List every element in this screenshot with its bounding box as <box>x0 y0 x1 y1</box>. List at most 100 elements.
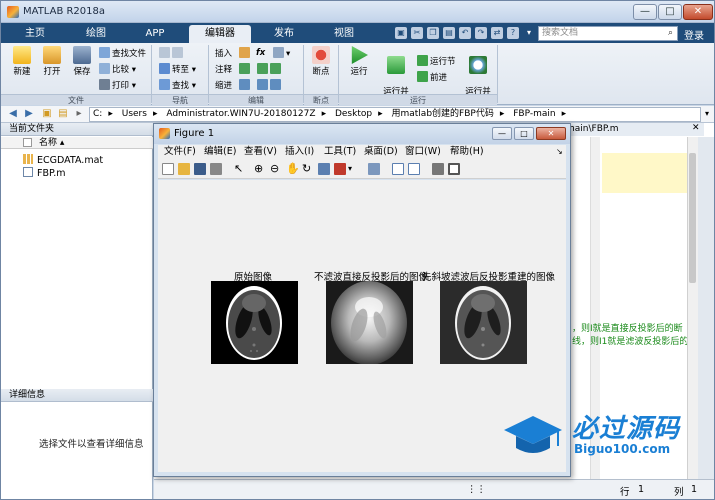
help-icon[interactable]: ? <box>507 27 519 39</box>
menu-tools[interactable]: 工具(T) <box>324 145 356 159</box>
redo-icon[interactable]: ↷ <box>475 27 487 39</box>
figure-close-button[interactable]: ✕ <box>536 127 566 140</box>
menu-view[interactable]: 查看(V) <box>244 145 277 159</box>
back-icon[interactable]: ◀ <box>7 108 19 120</box>
show-plot-tools-icon[interactable] <box>448 163 460 175</box>
tab-publish[interactable]: 发布 <box>255 25 313 43</box>
back-forward-buttons[interactable] <box>159 47 185 59</box>
undo-icon[interactable]: ↶ <box>459 27 471 39</box>
copy-icon[interactable]: ❐ <box>427 27 439 39</box>
name-column-header[interactable]: 名称 ▴ <box>1 137 153 149</box>
open-button[interactable]: 打开 <box>37 46 67 77</box>
path-segment[interactable]: Users <box>119 109 150 119</box>
pan-icon[interactable]: ✋ <box>286 163 300 175</box>
path-segment[interactable]: 用matlab创建的FBP代码 <box>389 109 497 119</box>
search-input[interactable]: 搜索文档 ⌕ <box>538 26 678 41</box>
up-folder-icon[interactable]: ▣ <box>41 108 53 120</box>
run-section-button[interactable]: 运行节 <box>417 55 456 67</box>
search-icon[interactable]: ⌕ <box>668 27 673 40</box>
find-files-button[interactable]: 查找文件 <box>99 47 146 59</box>
advance-button[interactable]: 前进 <box>417 71 447 83</box>
cut-icon[interactable]: ✂ <box>411 27 423 39</box>
figure-maximize-button[interactable]: □ <box>514 127 534 140</box>
select-all-checkbox[interactable] <box>23 138 32 147</box>
save-icon[interactable]: ▣ <box>395 27 407 39</box>
insert-icon <box>238 47 250 58</box>
zoom-out-icon[interactable]: ⊖ <box>270 163 282 175</box>
forward-icon[interactable]: ▶ <box>23 108 35 120</box>
zoom-in-icon[interactable]: ⊕ <box>254 163 266 175</box>
run-advance-icon <box>387 56 405 74</box>
list-item[interactable]: ECGDATA.mat <box>23 154 103 166</box>
menu-desktop[interactable]: 桌面(D) <box>364 145 398 159</box>
indent-icon <box>238 79 250 90</box>
goto-button[interactable]: 转至 ▾ <box>159 63 196 75</box>
insert-section-button[interactable]: ▾ <box>273 47 290 59</box>
insert-button[interactable]: 插入 <box>215 47 252 59</box>
tab-apps[interactable]: APP <box>127 25 183 43</box>
minimize-button[interactable]: — <box>633 4 657 20</box>
rotate-icon[interactable]: ↻ <box>302 163 314 175</box>
save-button[interactable]: 保存 <box>67 46 97 77</box>
edit-section-label: 编辑 <box>209 94 303 105</box>
new-figure-icon[interactable] <box>162 163 174 175</box>
new-button[interactable]: 新建 <box>7 46 37 77</box>
path-segment[interactable]: C: <box>90 109 105 119</box>
data-cursor-icon[interactable] <box>318 163 330 175</box>
login-link[interactable]: 登录 <box>684 27 704 42</box>
window-title: MATLAB R2018a <box>23 6 106 17</box>
indent-more-button[interactable] <box>257 79 283 91</box>
breakpoints-button[interactable]: 断点 <box>307 46 335 77</box>
chevron-down-icon[interactable]: ▾ <box>523 27 535 39</box>
list-item[interactable]: FBP.m <box>23 167 66 179</box>
brush-icon[interactable] <box>334 163 346 175</box>
compare-button[interactable]: 比较 ▾ <box>99 63 136 75</box>
find-button[interactable]: 查找 ▾ <box>159 79 196 91</box>
tab-editor[interactable]: 编辑器 <box>189 25 251 43</box>
path-segment[interactable]: FBP-main <box>510 109 558 119</box>
print-icon[interactable] <box>210 163 222 175</box>
menu-edit[interactable]: 编辑(E) <box>204 145 236 159</box>
hide-plot-tools-icon[interactable] <box>432 163 444 175</box>
print-button[interactable]: 打印 ▾ <box>99 79 136 91</box>
indent-button[interactable]: 缩进 <box>215 79 252 91</box>
col-label: 列 <box>674 487 684 498</box>
maximize-button[interactable]: □ <box>658 4 682 20</box>
save-icon[interactable] <box>194 163 206 175</box>
path-field[interactable]: C: ▸ Users ▸ Administrator.WIN7U-20180127Z… <box>89 107 701 122</box>
menu-file[interactable]: 文件(F) <box>164 145 196 159</box>
comment-button[interactable]: 注释 <box>215 63 252 75</box>
fx-button[interactable]: fx <box>256 47 265 59</box>
figure-minimize-button[interactable]: — <box>492 127 512 140</box>
pointer-icon[interactable]: ↖ <box>234 163 246 175</box>
tab-view[interactable]: 视图 <box>315 25 373 43</box>
close-button[interactable]: ✕ <box>683 4 713 20</box>
tab-home[interactable]: 主页 <box>7 25 63 43</box>
colorbar-icon[interactable] <box>392 163 404 175</box>
path-segment[interactable]: Administrator.WIN7U-20180127Z <box>163 109 318 119</box>
path-separator: ▸ <box>321 109 327 119</box>
close-icon[interactable]: ✕ <box>692 123 700 133</box>
open-file-icon[interactable] <box>178 163 190 175</box>
menu-help[interactable]: 帮助(H) <box>450 145 484 159</box>
menu-insert[interactable]: 插入(I) <box>285 145 314 159</box>
chevron-down-icon[interactable]: ▾ <box>348 163 360 175</box>
path-segment[interactable]: Desktop <box>332 109 375 119</box>
find-label: 查找 <box>172 81 190 91</box>
run-icon <box>351 46 368 64</box>
scrollbar-thumb[interactable] <box>689 153 696 283</box>
editor-tab[interactable]: main\FBP.m <box>564 123 704 136</box>
legend-icon[interactable] <box>408 163 420 175</box>
uncomment-button[interactable] <box>257 63 283 75</box>
menu-window[interactable]: 窗口(W) <box>405 145 441 159</box>
browse-folder-icon[interactable]: ▤ <box>57 108 69 120</box>
link-plot-icon[interactable] <box>368 163 380 175</box>
filtered-backprojection-image <box>440 281 527 364</box>
switch-windows-icon[interactable]: ⇄ <box>491 27 503 39</box>
figure-title-bar[interactable]: Figure 1 — □ ✕ <box>154 124 570 144</box>
tab-plots[interactable]: 绘图 <box>67 25 125 43</box>
chevron-down-icon[interactable]: ▾ <box>701 107 713 122</box>
paste-icon[interactable]: ▤ <box>443 27 455 39</box>
dock-icon[interactable]: ↘ <box>556 145 563 159</box>
run-button[interactable]: 运行 <box>345 46 373 77</box>
